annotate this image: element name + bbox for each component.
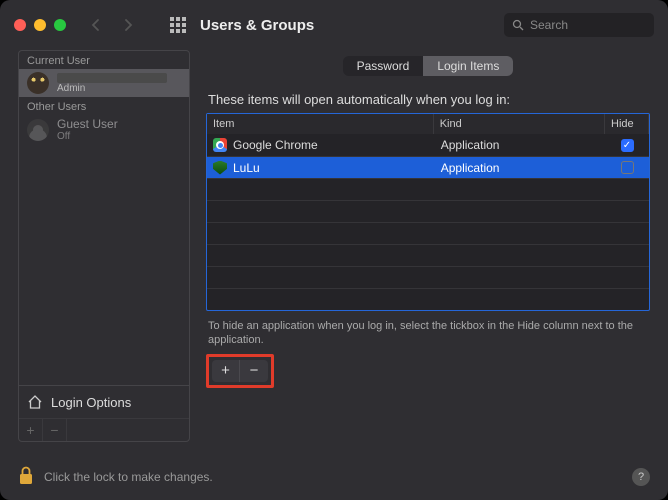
- lock-icon[interactable]: [18, 466, 34, 489]
- sidebar: Current User Admin Other Users Guest Use…: [18, 50, 190, 442]
- avatar-silhouette-icon: [27, 119, 49, 141]
- guest-name: Guest User: [57, 118, 118, 131]
- table-row-empty: [207, 266, 649, 288]
- col-hide[interactable]: Hide: [605, 114, 649, 134]
- login-options-row[interactable]: Login Options: [19, 385, 189, 418]
- table-row-empty: [207, 200, 649, 222]
- search-icon: [512, 19, 524, 31]
- item-name: Google Chrome: [233, 138, 318, 152]
- login-options-label: Login Options: [51, 395, 131, 410]
- shield-icon: [213, 161, 227, 175]
- minimize-window-button[interactable]: [34, 19, 46, 31]
- page-title: Users & Groups: [200, 17, 314, 34]
- section-current-user: Current User: [19, 51, 189, 69]
- avatar-icon: [27, 72, 49, 94]
- table-header: Item Kind Hide: [207, 114, 649, 134]
- add-remove-highlight: + −: [206, 354, 274, 388]
- item-name: LuLu: [233, 161, 260, 175]
- intro-text: These items will open automatically when…: [208, 92, 648, 107]
- search-placeholder: Search: [530, 18, 568, 32]
- preferences-window: Users & Groups Search Current User Admin…: [0, 0, 668, 500]
- back-button[interactable]: [84, 13, 108, 37]
- chrome-icon: [213, 138, 227, 152]
- remove-user-button: −: [43, 419, 67, 441]
- tab-group: Password Login Items: [343, 56, 514, 76]
- sidebar-user-add-remove: + −: [19, 418, 189, 441]
- add-user-button: +: [19, 419, 43, 441]
- grid-icon: [170, 17, 186, 33]
- tab-password[interactable]: Password: [343, 56, 424, 76]
- window-controls: [14, 19, 66, 31]
- user-row-current[interactable]: Admin: [19, 69, 189, 97]
- table-row[interactable]: Google Chrome Application ✓: [207, 134, 649, 156]
- section-other-users: Other Users: [19, 97, 189, 115]
- footer: Click the lock to make changes. ?: [0, 454, 668, 500]
- forward-button[interactable]: [116, 13, 140, 37]
- login-items-table: Item Kind Hide Google Chrome Application ✓…: [206, 113, 650, 311]
- user-role: Admin: [57, 83, 167, 94]
- table-row[interactable]: LuLu Application: [207, 156, 649, 178]
- tab-login-items[interactable]: Login Items: [423, 56, 513, 76]
- remove-login-item-button[interactable]: −: [240, 360, 268, 382]
- main-panel: Password Login Items These items will op…: [206, 50, 650, 442]
- zoom-window-button[interactable]: [54, 19, 66, 31]
- user-name-redacted: [57, 73, 167, 83]
- add-login-item-button[interactable]: +: [212, 360, 240, 382]
- col-kind[interactable]: Kind: [434, 114, 605, 134]
- hide-checkbox[interactable]: [621, 161, 634, 174]
- search-input[interactable]: Search: [504, 13, 654, 37]
- user-row-guest[interactable]: Guest User Off: [19, 115, 189, 145]
- show-all-button[interactable]: [166, 13, 190, 37]
- table-row-empty: [207, 222, 649, 244]
- lock-text: Click the lock to make changes.: [44, 470, 213, 484]
- close-window-button[interactable]: [14, 19, 26, 31]
- titlebar: Users & Groups Search: [0, 0, 668, 50]
- item-kind: Application: [441, 161, 500, 175]
- table-row-empty: [207, 244, 649, 266]
- item-kind: Application: [441, 138, 500, 152]
- table-row-empty: [207, 178, 649, 200]
- hint-text: To hide an application when you log in, …: [208, 319, 648, 348]
- col-item[interactable]: Item: [207, 114, 434, 134]
- table-row-empty: [207, 288, 649, 310]
- guest-status: Off: [57, 131, 118, 142]
- help-button[interactable]: ?: [632, 468, 650, 486]
- house-icon: [27, 394, 43, 410]
- hide-checkbox[interactable]: ✓: [621, 139, 634, 152]
